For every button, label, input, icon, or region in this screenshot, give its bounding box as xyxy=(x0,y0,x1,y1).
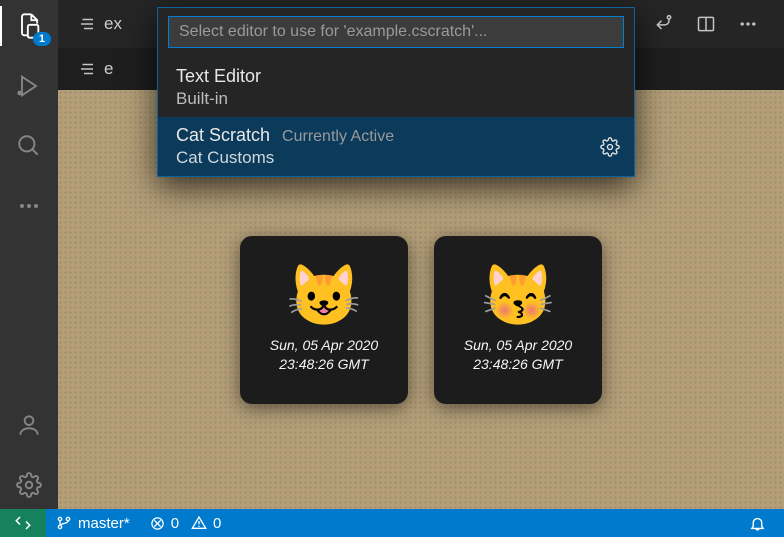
activity-accounts[interactable] xyxy=(13,409,45,441)
error-count: 0 xyxy=(171,515,179,532)
gear-icon[interactable] xyxy=(600,137,620,157)
quick-pick-list: Text Editor Built-in Cat Scratch Current… xyxy=(158,58,634,176)
activity-bar: 1 xyxy=(0,0,58,509)
breadcrumb-item[interactable]: e xyxy=(68,53,123,85)
more-actions-icon[interactable] xyxy=(738,14,758,34)
quick-pick-item-detail: Cat Customs xyxy=(176,148,620,168)
quick-pick-item-label: Text Editor xyxy=(176,66,261,87)
quick-pick-item[interactable]: Cat Scratch Currently Active Cat Customs xyxy=(158,117,634,176)
status-branch[interactable]: master* xyxy=(46,509,140,537)
quick-pick-item-label: Cat Scratch xyxy=(176,125,270,146)
breadcrumb-label: e xyxy=(104,59,113,79)
explorer-badge: 1 xyxy=(33,32,51,46)
list-icon xyxy=(78,60,96,78)
activity-explorer[interactable]: 1 xyxy=(13,10,45,42)
card-timestamp: Sun, 05 Apr 202023:48:26 GMT xyxy=(270,336,378,374)
branch-name: master* xyxy=(78,515,130,532)
warning-count: 0 xyxy=(213,515,221,532)
list-icon xyxy=(78,15,96,33)
editor-tab[interactable]: ex xyxy=(68,8,132,40)
quick-pick-item-desc: Currently Active xyxy=(282,128,394,146)
scratch-card[interactable]: 😽 Sun, 05 Apr 202023:48:26 GMT xyxy=(434,236,602,404)
activity-search[interactable] xyxy=(13,130,45,162)
status-problems[interactable]: 0 0 xyxy=(140,509,232,537)
status-bar: master* 0 0 xyxy=(0,509,784,537)
activity-more[interactable] xyxy=(13,190,45,222)
status-notifications[interactable] xyxy=(739,509,784,537)
compare-changes-icon[interactable] xyxy=(654,14,674,34)
activity-run-debug[interactable] xyxy=(13,70,45,102)
split-editor-icon[interactable] xyxy=(696,14,716,34)
remote-indicator[interactable] xyxy=(0,509,46,537)
quick-pick-item[interactable]: Text Editor Built-in xyxy=(158,58,634,117)
activity-settings[interactable] xyxy=(13,469,45,501)
card-timestamp: Sun, 05 Apr 202023:48:26 GMT xyxy=(464,336,572,374)
tab-label: ex xyxy=(104,14,122,34)
scratch-card[interactable]: 😺 Sun, 05 Apr 202023:48:26 GMT xyxy=(240,236,408,404)
cat-emoji: 😽 xyxy=(481,266,556,326)
quick-pick-input[interactable] xyxy=(168,16,624,48)
quick-pick: Text Editor Built-in Cat Scratch Current… xyxy=(157,7,635,177)
quick-pick-item-detail: Built-in xyxy=(176,89,620,109)
cat-emoji: 😺 xyxy=(287,266,362,326)
